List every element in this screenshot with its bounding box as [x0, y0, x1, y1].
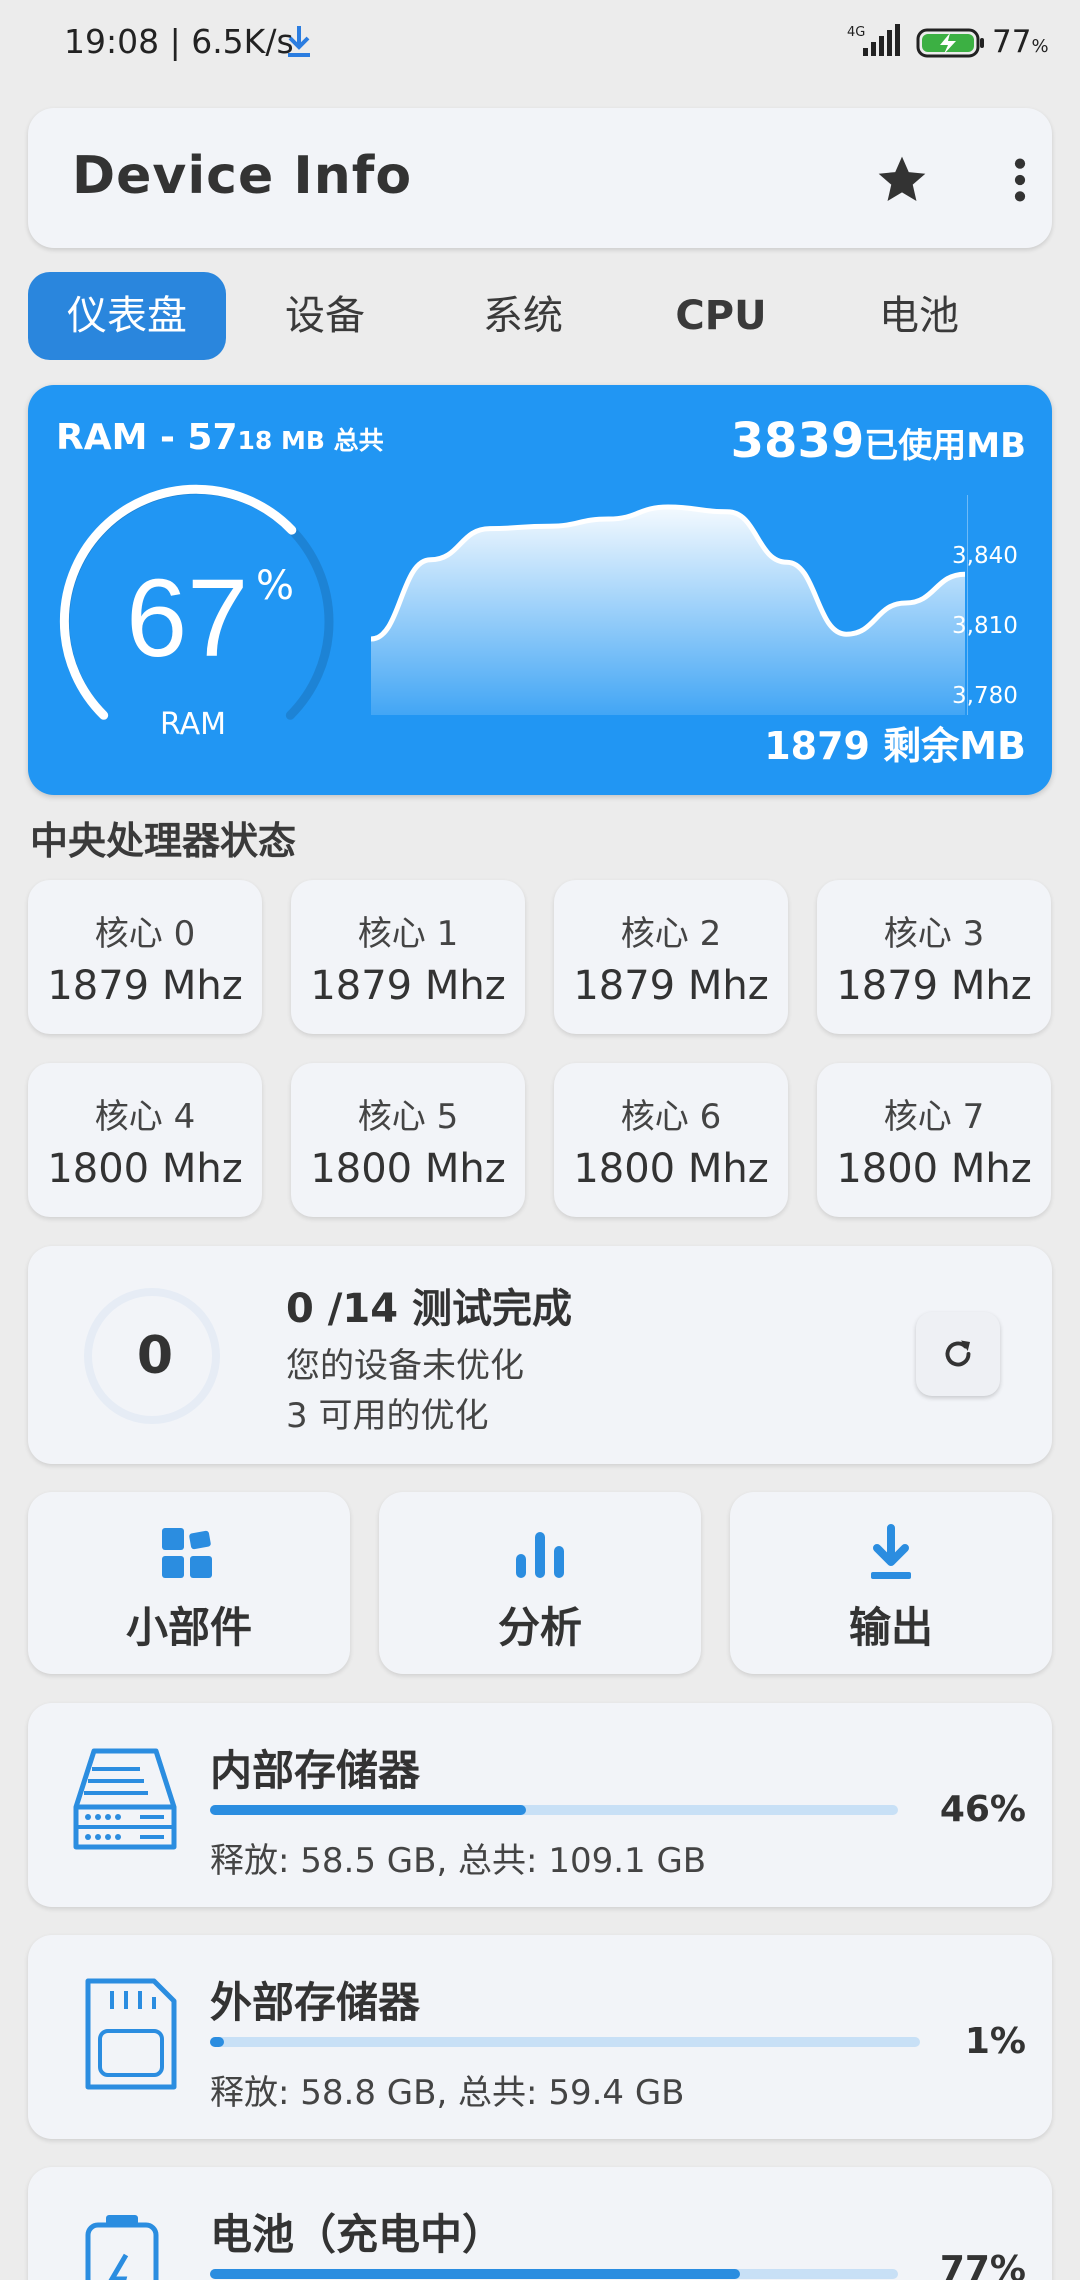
- battery-level: 77%: [992, 24, 1049, 60]
- ram-gauge-label: RAM: [160, 707, 227, 742]
- ram-y-tick: 3,780: [952, 683, 1018, 709]
- internal-storage-fill: [210, 1805, 527, 1815]
- analysis-button[interactable]: 分析: [379, 1492, 701, 1674]
- core-freq: 1800 Mhz: [310, 1146, 506, 1192]
- tab-battery[interactable]: 电池: [820, 272, 1018, 360]
- cpu-core-card[interactable]: 核心 2 1879 Mhz: [554, 880, 788, 1034]
- battery-card[interactable]: 电池（充电中） 77%: [28, 2167, 1052, 2280]
- widgets-icon: [162, 1528, 212, 1578]
- core-freq: 1879 Mhz: [573, 963, 769, 1009]
- core-freq: 1800 Mhz: [836, 1146, 1032, 1192]
- ram-free: 1879 剩余MB: [764, 715, 1026, 770]
- cpu-core-card[interactable]: 核心 6 1800 Mhz: [554, 1063, 788, 1217]
- bar-chart-icon: [516, 1532, 564, 1578]
- export-label: 输出: [848, 1603, 933, 1652]
- status-bar: 19:08 | 6.5K/s 4G 77%: [0, 0, 1080, 90]
- core-freq: 1879 Mhz: [47, 963, 243, 1009]
- core-name: 核心 0: [94, 914, 196, 954]
- core-name: 核心 3: [883, 914, 985, 954]
- ram-used-label: 已使用MB: [864, 426, 1026, 466]
- ram-y-tick: 3,810: [952, 613, 1018, 639]
- battery-icon: [85, 2215, 159, 2280]
- ram-title-main: RAM - 57: [56, 417, 238, 458]
- battery-level-value: 77: [992, 24, 1032, 60]
- ram-total: 18 MB 总共: [237, 426, 384, 455]
- optimization-title: 0 /14 测试完成: [286, 1286, 572, 1332]
- core-name: 核心 6: [620, 1097, 722, 1137]
- internal-storage-title: 内部存储器: [210, 1746, 421, 1795]
- battery-bar: [210, 2269, 898, 2279]
- ram-percent-sign: %: [256, 563, 295, 609]
- refresh-button[interactable]: [916, 1312, 1000, 1396]
- app-title: Device Info: [72, 146, 413, 206]
- core-name: 核心 4: [94, 1097, 196, 1137]
- tab-system[interactable]: 系统: [424, 272, 622, 360]
- cpu-section-title: 中央处理器状态: [30, 819, 297, 863]
- internal-storage-percent: 46%: [939, 1789, 1026, 1830]
- download-icon: [871, 1524, 911, 1579]
- ram-used: 3839已使用MB: [731, 413, 1026, 469]
- refresh-icon: [945, 1340, 971, 1367]
- external-storage-fill: [210, 2037, 224, 2047]
- external-storage-title: 外部存储器: [210, 1978, 421, 2027]
- internal-storage-bar: [210, 1805, 898, 1815]
- analysis-label: 分析: [497, 1603, 582, 1652]
- battery-fill: [210, 2269, 740, 2279]
- core-name: 核心 7: [883, 1097, 985, 1137]
- ram-free-value: 1879: [764, 724, 870, 768]
- status-time-speed: 19:08 | 6.5K/s: [64, 22, 294, 61]
- tab-bar: 仪表盘 设备 系统 CPU 电池: [28, 272, 1052, 362]
- widgets-button[interactable]: 小部件: [28, 1492, 350, 1674]
- core-name: 核心 2: [620, 914, 722, 954]
- cpu-core-card[interactable]: 核心 7 1800 Mhz: [817, 1063, 1051, 1217]
- optimization-status: 您的设备未优化: [286, 1346, 524, 1386]
- optimization-available: 3 可用的优化: [286, 1396, 489, 1436]
- sd-card-icon: [85, 1978, 177, 2090]
- cpu-core-card[interactable]: 核心 5 1800 Mhz: [291, 1063, 525, 1217]
- internal-storage-card[interactable]: 内部存储器 释放: 58.5 GB, 总共: 109.1 GB 46%: [28, 1703, 1052, 1907]
- core-freq: 1800 Mhz: [47, 1146, 243, 1192]
- widgets-label: 小部件: [125, 1603, 252, 1652]
- hard-drive-icon: [73, 1748, 177, 1850]
- tab-dashboard[interactable]: 仪表盘: [28, 272, 226, 360]
- signal-icon: 4G: [847, 24, 900, 56]
- network-type-label: 4G: [847, 25, 865, 40]
- core-freq: 1800 Mhz: [573, 1146, 769, 1192]
- ram-title: RAM - 5718 MB 总共: [56, 417, 384, 458]
- external-storage-card[interactable]: 外部存储器 释放: 58.8 GB, 总共: 59.4 GB 1%: [28, 1935, 1052, 2139]
- core-name: 核心 1: [357, 914, 459, 954]
- battery-charging-icon: [916, 28, 984, 58]
- star-icon[interactable]: [874, 152, 930, 208]
- core-freq: 1879 Mhz: [310, 963, 506, 1009]
- battery-percent: 77%: [939, 2249, 1026, 2280]
- battery-title: 电池（充电中）: [210, 2210, 505, 2259]
- internal-storage-detail: 释放: 58.5 GB, 总共: 109.1 GB: [210, 1841, 707, 1881]
- tab-device[interactable]: 设备: [226, 272, 424, 360]
- more-vert-icon[interactable]: [992, 152, 1048, 208]
- external-storage-detail: 释放: 58.8 GB, 总共: 59.4 GB: [210, 2073, 685, 2113]
- cpu-core-card[interactable]: 核心 4 1800 Mhz: [28, 1063, 262, 1217]
- core-name: 核心 5: [357, 1097, 459, 1137]
- core-freq: 1879 Mhz: [836, 963, 1032, 1009]
- ram-used-value: 3839: [730, 413, 865, 469]
- tab-cpu[interactable]: CPU: [622, 272, 820, 360]
- battery-level-unit: %: [1031, 36, 1049, 57]
- ram-free-label: 剩余MB: [883, 724, 1026, 768]
- external-storage-percent: 1%: [964, 2021, 1026, 2062]
- cpu-core-card[interactable]: 核心 3 1879 Mhz: [817, 880, 1051, 1034]
- ram-card[interactable]: RAM - 5718 MB 总共 3839已使用MB 67 % RAM 3,84…: [28, 385, 1052, 795]
- app-bar: Device Info: [28, 108, 1052, 248]
- ram-area-fill: [371, 507, 965, 715]
- external-storage-bar: [210, 2037, 920, 2047]
- ram-y-tick: 3,840: [952, 543, 1018, 569]
- cpu-core-card[interactable]: 核心 0 1879 Mhz: [28, 880, 262, 1034]
- ram-percent: 67: [126, 557, 249, 680]
- export-button[interactable]: 输出: [730, 1492, 1052, 1674]
- cpu-core-card[interactable]: 核心 1 1879 Mhz: [291, 880, 525, 1034]
- optimization-count: 0: [136, 1326, 174, 1386]
- download-status-icon: [288, 26, 310, 57]
- ram-usage-chart: [370, 495, 968, 715]
- optimization-card[interactable]: 0 0 /14 测试完成 您的设备未优化 3 可用的优化: [28, 1246, 1052, 1464]
